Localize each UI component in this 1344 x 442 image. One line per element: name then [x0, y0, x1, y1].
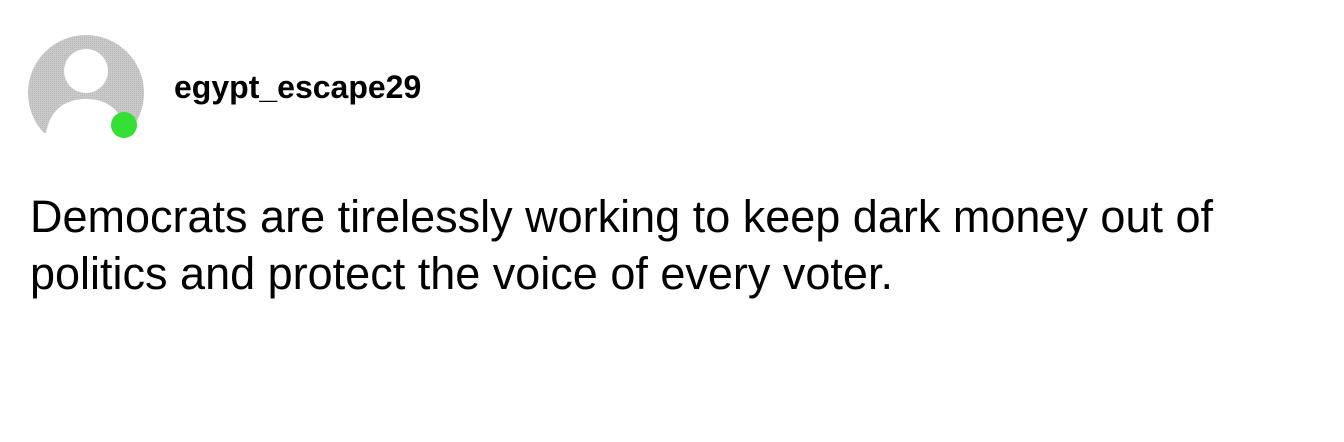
avatar[interactable]	[28, 29, 144, 138]
post-text: Democrats are tirelessly working to keep…	[30, 191, 1214, 299]
post-card: egypt_escape29 Democrats are tirelessly …	[0, 0, 1344, 442]
online-status-dot	[111, 112, 137, 138]
username[interactable]: egypt_escape29	[174, 68, 421, 106]
